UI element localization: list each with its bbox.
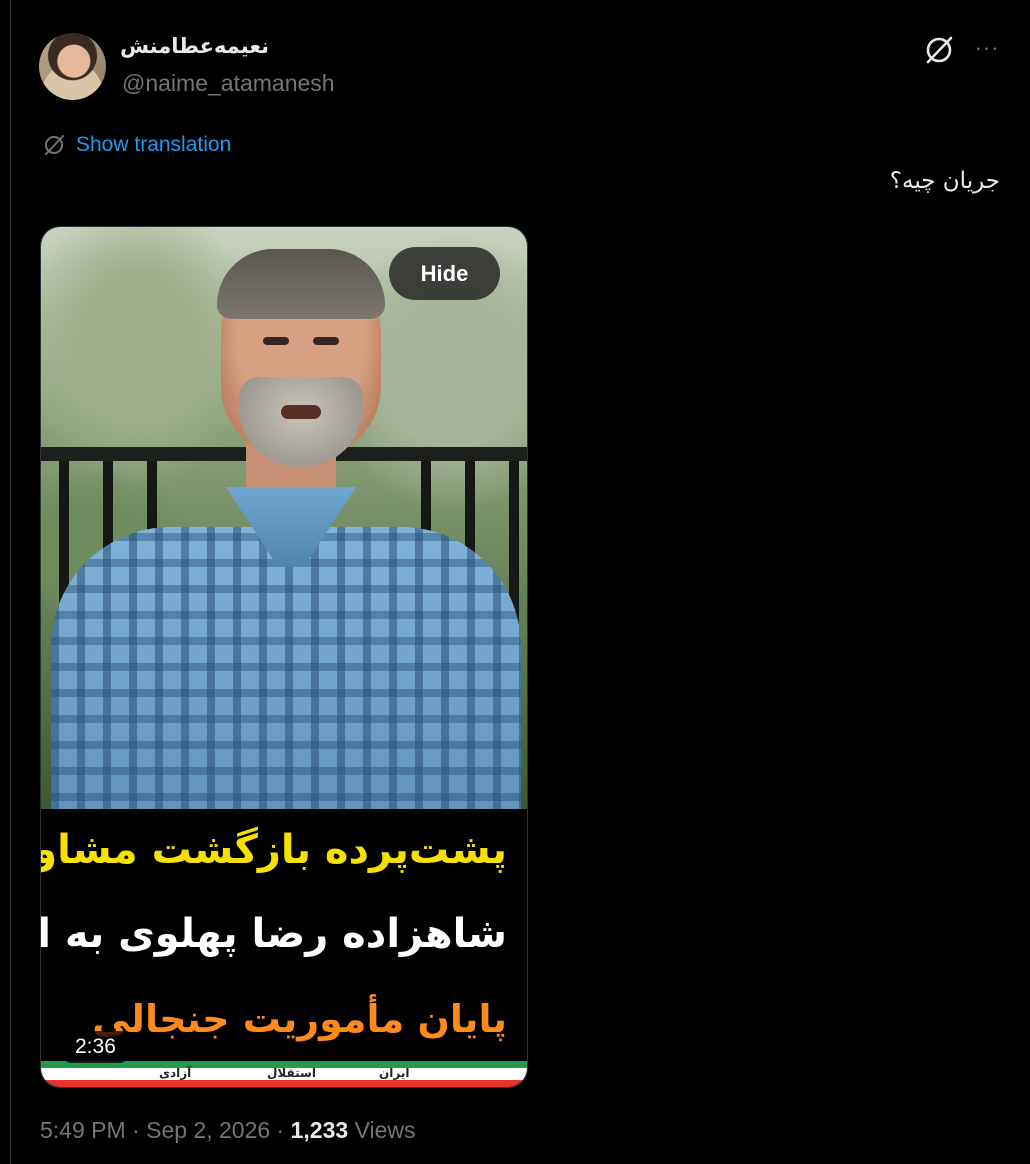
flag-word: ایران xyxy=(379,1066,410,1080)
separator: · xyxy=(125,1117,147,1143)
more-horizontal-icon[interactable]: ··· xyxy=(970,33,1004,67)
flag-word: استقلال xyxy=(267,1066,316,1080)
show-translation-link[interactable]: Show translation xyxy=(42,130,231,160)
author-display-name[interactable]: نعیمه‌عطامنش xyxy=(120,34,269,58)
show-translation-label: Show translation xyxy=(76,133,232,156)
flag-word: آزادی xyxy=(159,1066,192,1080)
tweet-date[interactable]: Sep 2, 2026 xyxy=(146,1117,270,1143)
caption-line-2: شاهزاده رضا پهلوی به ایران! xyxy=(41,911,507,957)
views-count: 1,233 xyxy=(290,1117,349,1143)
video-frame: Hide xyxy=(41,227,527,809)
video-duration: 2:36 xyxy=(63,1031,128,1063)
flag-strip: ایران استقلال آزادی xyxy=(41,1061,527,1087)
tweet-time[interactable]: 5:49 PM xyxy=(40,1117,126,1143)
views-label: Views xyxy=(348,1117,416,1143)
person-mouth xyxy=(281,405,321,419)
caption-line-1: پشت‌پرده بازگشت مشاور xyxy=(40,827,507,873)
grok-icon[interactable] xyxy=(922,33,956,67)
tweet-text: جریان چیه؟ xyxy=(889,168,1000,194)
grok-icon xyxy=(45,135,64,155)
tweet-metadata: 5:49 PM · Sep 2, 2026 · 1,233 Views xyxy=(40,1117,416,1144)
hide-button[interactable]: Hide xyxy=(389,247,500,300)
author-handle[interactable]: @naime_atamanesh xyxy=(122,70,335,97)
avatar[interactable] xyxy=(39,33,106,100)
person-shirt xyxy=(51,527,521,809)
person-eye xyxy=(263,337,289,345)
video-player[interactable]: Hide پشت‌پرده بازگشت مشاور شاهزاده رضا پ… xyxy=(40,226,528,1088)
timeline-divider xyxy=(10,0,11,1164)
person-hair xyxy=(217,249,385,319)
separator: · xyxy=(270,1117,291,1143)
person-eye xyxy=(313,337,339,345)
caption-line-3: پایان مأموریت جنجالی xyxy=(92,997,507,1041)
